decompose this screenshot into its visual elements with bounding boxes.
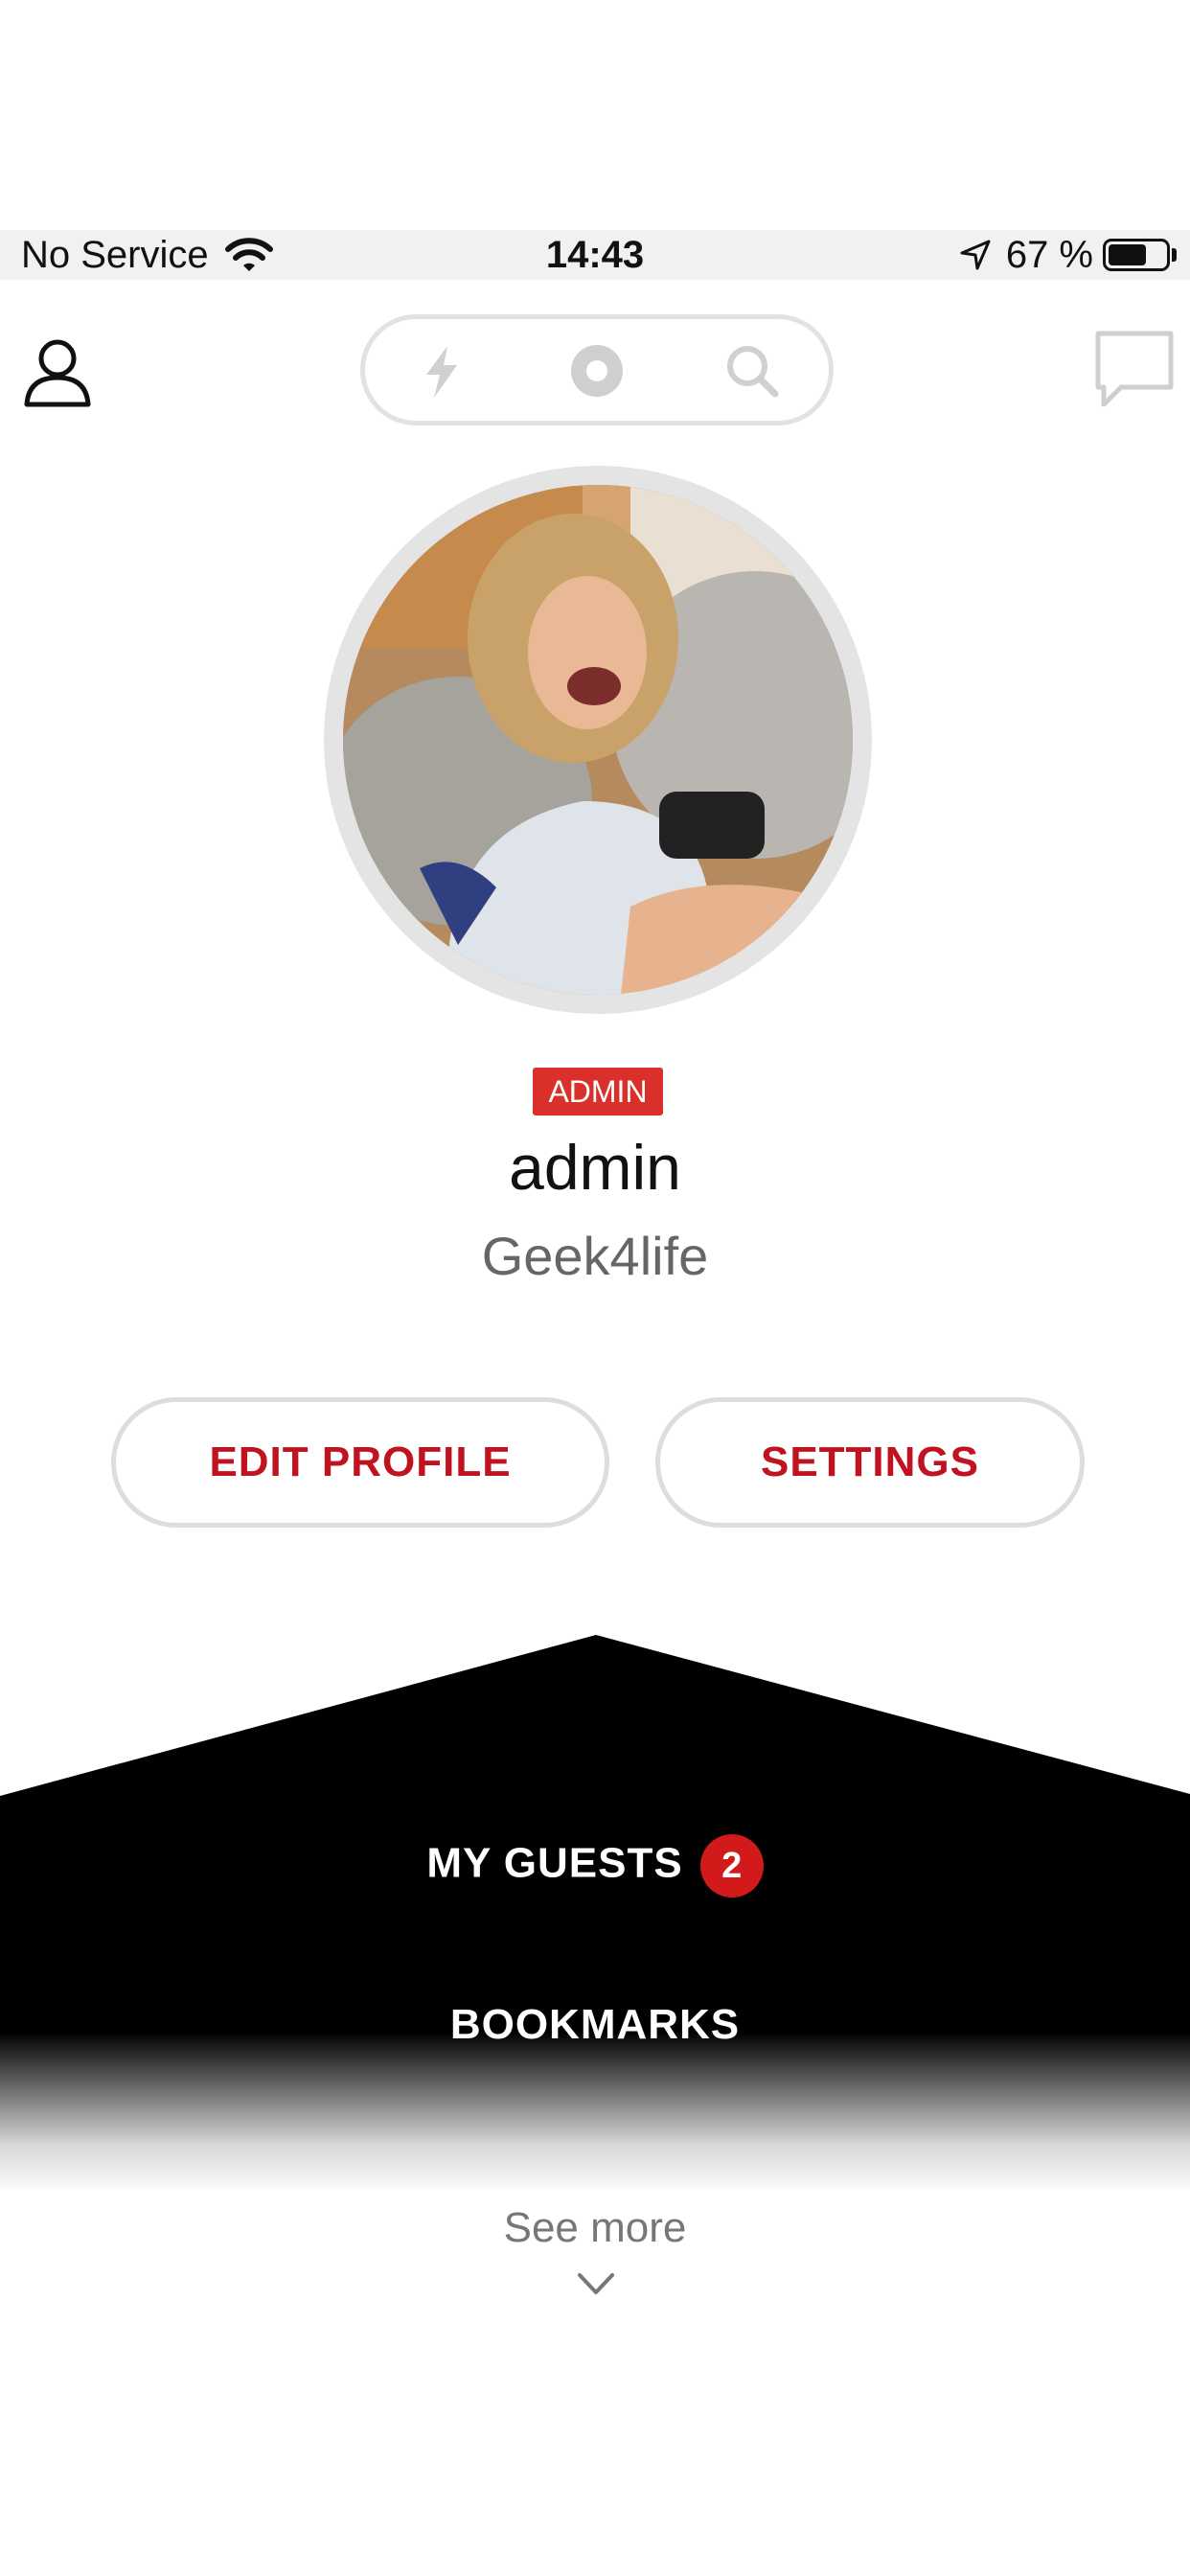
status-right: 67 % <box>958 230 1177 280</box>
see-more-link[interactable]: See more <box>0 2204 1190 2252</box>
battery-level <box>1109 244 1146 265</box>
edit-profile-button[interactable]: EDIT PROFILE <box>111 1397 609 1528</box>
role-badge: ADMIN <box>533 1068 663 1116</box>
user-icon[interactable] <box>21 335 94 408</box>
avatar-photo <box>343 485 853 995</box>
top-nav-pill <box>360 314 834 426</box>
battery-cap <box>1172 248 1177 262</box>
profile-username: admin <box>509 1132 681 1203</box>
menu-item-label: MY GUESTS <box>426 1839 683 1887</box>
menu-fade-overlay <box>0 2032 1190 2195</box>
battery-percent: 67 % <box>1005 233 1093 276</box>
guests-count-badge: 2 <box>699 1834 764 1898</box>
record-icon[interactable] <box>568 342 626 400</box>
status-bar: No Service 14:43 67 % <box>0 230 1190 280</box>
search-icon[interactable] <box>723 342 781 400</box>
chat-icon[interactable] <box>1094 330 1175 410</box>
bolt-icon[interactable] <box>413 342 470 400</box>
avatar[interactable] <box>343 485 853 995</box>
location-arrow-icon <box>960 240 991 270</box>
menu-item-my-guests[interactable]: MY GUESTS 2 <box>0 1834 1190 1898</box>
profile-tagline: Geek4life <box>481 1226 709 1286</box>
battery-icon <box>1103 239 1170 271</box>
settings-button[interactable]: SETTINGS <box>655 1397 1085 1528</box>
chevron-down-icon[interactable] <box>577 2271 615 2296</box>
